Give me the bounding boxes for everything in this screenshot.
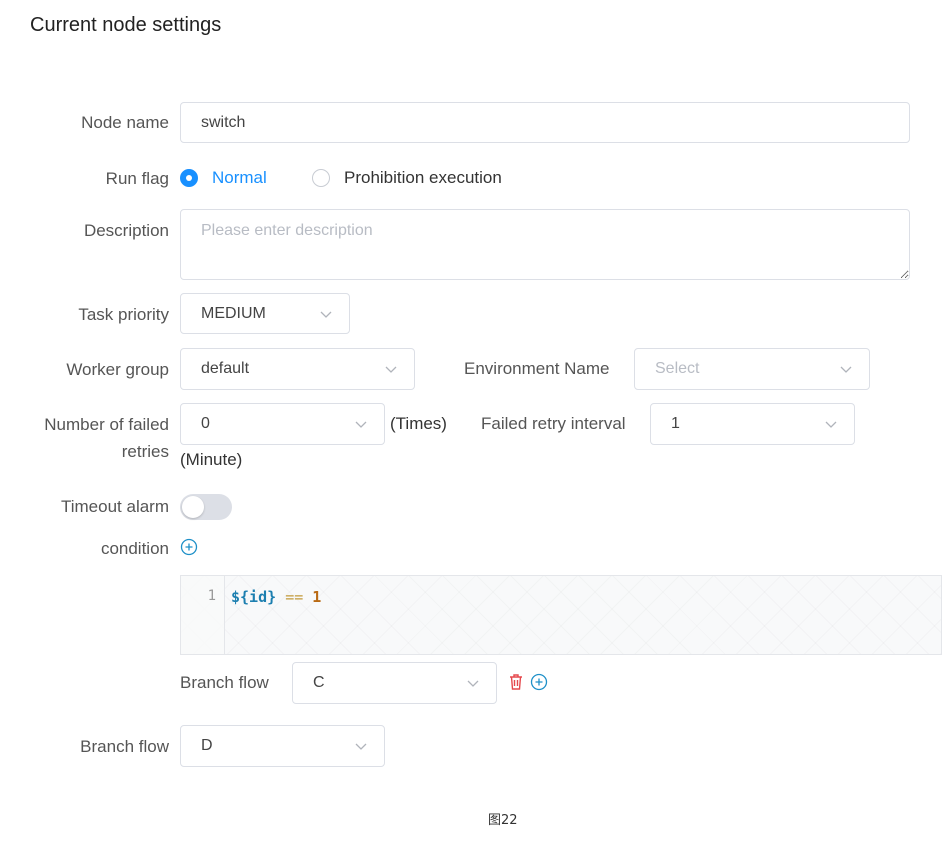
delete-trash-icon[interactable] bbox=[508, 673, 524, 691]
failed-retries-unit: (Times) bbox=[390, 414, 447, 433]
environment-name-placeholder: Select bbox=[655, 360, 700, 377]
radio-unchecked-icon bbox=[312, 169, 330, 187]
description-textarea[interactable] bbox=[180, 209, 910, 280]
editor-gutter: 1 bbox=[181, 576, 225, 654]
run-flag-normal-label: Normal bbox=[212, 168, 267, 187]
chevron-down-icon bbox=[384, 362, 398, 376]
node-name-label: Node name bbox=[81, 113, 169, 132]
chevron-down-icon bbox=[824, 417, 838, 431]
condition-code-editor[interactable]: 1 ${id} == 1 bbox=[180, 575, 942, 655]
chevron-down-icon bbox=[354, 417, 368, 431]
radio-checked-icon bbox=[180, 169, 198, 187]
page-title: Current node settings bbox=[30, 14, 222, 36]
worker-group-value: default bbox=[201, 360, 250, 377]
default-branch-flow-select[interactable]: D bbox=[180, 725, 385, 767]
condition-branch-flow-select[interactable]: C bbox=[292, 662, 497, 704]
condition-label: condition bbox=[100, 539, 169, 558]
line-number: 1 bbox=[207, 588, 216, 604]
run-flag-normal-radio[interactable]: Normal bbox=[180, 168, 267, 188]
failed-retries-label-line1: Number of failed bbox=[44, 415, 169, 434]
chevron-down-icon bbox=[354, 739, 368, 753]
chevron-down-icon bbox=[839, 362, 853, 376]
condition-branch-flow-label: Branch flow bbox=[180, 673, 269, 692]
add-condition-plus-icon[interactable] bbox=[180, 538, 198, 556]
environment-name-label: Environment Name bbox=[464, 359, 610, 378]
timeout-alarm-switch[interactable] bbox=[180, 494, 232, 520]
worker-group-label: Worker group bbox=[66, 360, 169, 379]
run-flag-label: Run flag bbox=[105, 169, 169, 188]
code-variable: ${id} bbox=[231, 588, 277, 606]
description-label: Description bbox=[83, 221, 169, 240]
run-flag-prohibition-radio[interactable]: Prohibition execution bbox=[312, 168, 502, 188]
task-priority-label: Task priority bbox=[78, 305, 169, 324]
code-number: 1 bbox=[312, 588, 322, 606]
node-name-input[interactable]: switch bbox=[180, 102, 910, 143]
retry-interval-label: Failed retry interval bbox=[481, 414, 626, 433]
timeout-alarm-label: Timeout alarm bbox=[60, 497, 169, 516]
code-line: ${id} == 1 bbox=[231, 588, 321, 606]
node-name-value: switch bbox=[201, 113, 246, 131]
failed-retries-label-line2: retries bbox=[121, 442, 169, 461]
chevron-down-icon bbox=[466, 676, 480, 690]
default-branch-flow-label: Branch flow bbox=[80, 737, 169, 756]
retry-interval-select[interactable]: 1 bbox=[650, 403, 855, 445]
environment-name-select[interactable]: Select bbox=[634, 348, 870, 390]
retry-interval-unit: (Minute) bbox=[180, 450, 243, 469]
add-branch-plus-icon[interactable] bbox=[530, 673, 548, 691]
switch-knob bbox=[182, 496, 204, 518]
task-priority-select[interactable]: MEDIUM bbox=[180, 293, 350, 334]
failed-retries-select[interactable]: 0 bbox=[180, 403, 385, 445]
run-flag-prohibition-label: Prohibition execution bbox=[344, 168, 502, 187]
chevron-down-icon bbox=[319, 307, 333, 321]
figure-caption: 图22 bbox=[488, 813, 518, 828]
worker-group-select[interactable]: default bbox=[180, 348, 415, 390]
code-operator: == bbox=[285, 588, 304, 606]
